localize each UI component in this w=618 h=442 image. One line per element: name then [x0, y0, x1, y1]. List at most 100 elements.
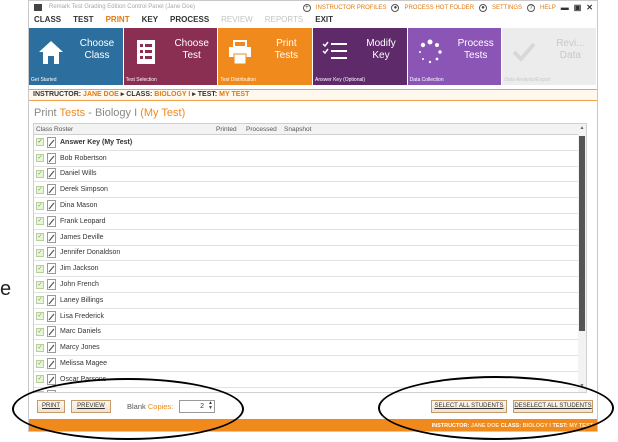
close-icon[interactable]: ✕	[586, 3, 593, 12]
header-class-roster[interactable]: Class Roster	[36, 126, 73, 133]
row-checkbox[interactable]: ✓	[36, 185, 44, 194]
student-name: Jim Jackson	[60, 265, 99, 273]
menu-test[interactable]: TEST	[73, 15, 93, 27]
choose-class-label: Choose Class	[79, 38, 115, 61]
table-row[interactable]: ✓ Bob Robertson	[34, 151, 579, 167]
class-roster-table: Class Roster Printed Processed Snapshot …	[33, 123, 587, 393]
page-title-middle: - Biology I	[88, 107, 138, 119]
choose-class-tile[interactable]: Choose Class Get Started	[29, 28, 124, 85]
table-row[interactable]: ✓ Frank Leopard	[34, 214, 579, 230]
process-hot-folder-link[interactable]: PROCESS HOT FOLDER	[404, 5, 474, 11]
annotation-oval-right	[378, 376, 614, 440]
title-actions: + INSTRUCTOR PROFILES ● PROCESS HOT FOLD…	[302, 3, 593, 12]
row-checkbox[interactable]: ✓	[36, 312, 44, 321]
row-checkbox[interactable]: ✓	[36, 138, 44, 147]
title-bar: Remark Test Grading Edition Control Pane…	[29, 1, 597, 15]
table-row[interactable]: ✓ Laney Billings	[34, 293, 579, 309]
table-row[interactable]: ✓ Derek Simpson	[34, 182, 579, 199]
row-checkbox[interactable]: ✓	[36, 217, 44, 226]
row-checkbox[interactable]: ✓	[36, 375, 44, 384]
header-printed[interactable]: Printed	[216, 126, 237, 133]
app-icon	[34, 4, 42, 11]
student-name: Answer Key (My Test)	[60, 138, 133, 146]
help-link[interactable]: HELP	[540, 5, 556, 11]
modify-key-tile[interactable]: Modify Key Answer Key (Optional)	[313, 28, 408, 85]
document-pencil-icon	[47, 358, 56, 370]
hot-folder-icon: ●	[391, 3, 400, 12]
crumb-class-label: CLASS:	[126, 91, 153, 98]
table-row[interactable]: ✓ Melissa Magee	[34, 356, 579, 372]
review-data-label: Revi... Data	[556, 38, 585, 61]
menu-class[interactable]: CLASS	[34, 15, 61, 27]
process-tests-tile[interactable]: Process Tests Data Collection	[407, 28, 503, 85]
student-name: James Deville	[60, 233, 104, 241]
table-row[interactable]: ✓ Dina Mason	[34, 198, 579, 214]
instructor-profiles-icon: +	[302, 3, 311, 12]
row-checkbox[interactable]: ✓	[36, 154, 44, 163]
student-name: Daniel Wills	[60, 170, 97, 178]
table-row[interactable]: ✓ Lisa Frederick	[34, 309, 579, 325]
student-name: Frank Leopard	[60, 217, 106, 225]
table-row[interactable]: ✓ Marcy Jones	[34, 340, 579, 357]
row-checkbox[interactable]: ✓	[36, 359, 44, 368]
roster-rows: ✓ Answer Key (My Test) ✓ Bob Robertson ✓ Dani…	[34, 135, 586, 392]
settings-link[interactable]: SETTINGS	[492, 5, 522, 11]
document-pencil-icon	[47, 184, 56, 196]
crumb-separator-icon: ▸	[120, 91, 125, 98]
scroll-up-icon[interactable]: ▲	[578, 125, 586, 133]
menu-key[interactable]: KEY	[142, 15, 158, 27]
vertical-scrollbar[interactable]: ▲ ▼	[578, 124, 586, 392]
menu-print[interactable]: PRINT	[106, 15, 130, 27]
page-title-word: Tests	[59, 107, 86, 119]
row-checkbox[interactable]: ✓	[36, 264, 44, 273]
maximize-icon[interactable]: ▣	[574, 3, 582, 12]
menu-reports[interactable]: REPORTS	[265, 15, 304, 27]
choose-test-tile[interactable]: Choose Test Test Selection	[123, 28, 219, 85]
checklist-icon	[322, 41, 348, 59]
row-checkbox[interactable]: ✓	[36, 248, 44, 257]
student-name: Laney Billings	[60, 296, 104, 304]
row-checkbox[interactable]: ✓	[36, 280, 44, 289]
menu-exit[interactable]: EXIT	[315, 15, 333, 27]
instructor-profiles-link[interactable]: INSTRUCTOR PROFILES	[316, 5, 387, 11]
side-letter: e	[0, 278, 12, 300]
row-checkbox[interactable]: ✓	[36, 201, 44, 210]
document-pencil-icon	[47, 294, 56, 306]
header-snapshot[interactable]: Snapshot	[284, 126, 311, 133]
choose-class-sub: Get Started	[31, 77, 57, 83]
row-checkbox[interactable]: ✓	[36, 327, 44, 336]
header-processed[interactable]: Processed	[246, 126, 277, 133]
scrollbar-thumb[interactable]	[579, 136, 585, 331]
menu-review[interactable]: REVIEW	[221, 15, 253, 27]
choose-test-label: Choose Test	[174, 38, 209, 61]
row-checkbox[interactable]: ✓	[36, 343, 44, 352]
table-row[interactable]: ✓ John French	[34, 277, 579, 293]
row-checkbox[interactable]: ✓	[36, 233, 44, 242]
student-name: Bob Robertson	[60, 154, 107, 162]
print-tests-label: Print Tests	[274, 38, 299, 61]
table-row[interactable]: ✓ Daniel Wills	[34, 167, 579, 183]
document-pencil-icon	[47, 342, 56, 354]
student-name: Jennifer Donaldson	[60, 249, 121, 257]
document-pencil-icon	[47, 152, 56, 164]
print-tests-tile[interactable]: Print Tests Test Distribution	[218, 28, 314, 85]
document-pencil-icon	[47, 215, 56, 227]
table-row[interactable]: ✓ Answer Key (My Test)	[34, 135, 579, 151]
row-checkbox[interactable]: ✓	[36, 169, 44, 178]
process-tests-label: Process Tests	[457, 38, 494, 61]
row-checkbox[interactable]: ✓	[36, 296, 44, 305]
spinner-icon	[418, 39, 442, 64]
menu-process[interactable]: PROCESS	[170, 15, 209, 27]
page-title: Print Tests - Biology I (My Test)	[34, 107, 185, 119]
table-row[interactable]: ✓ Jim Jackson	[34, 261, 579, 278]
table-row[interactable]: ✓ Marc Daniels	[34, 325, 579, 341]
crumb-instructor: JANE DOE	[83, 91, 119, 98]
minimize-icon[interactable]: ▬	[561, 3, 569, 12]
help-icon: ?	[527, 3, 536, 12]
table-row[interactable]: ✓ Jennifer Donaldson	[34, 246, 579, 262]
page-title-test: (My Test)	[140, 107, 186, 119]
table-row[interactable]: ✓ James Deville	[34, 230, 579, 246]
document-pencil-icon	[47, 310, 56, 322]
breadcrumb: INSTRUCTOR: JANE DOE ▸ CLASS: BIOLOGY I …	[29, 89, 597, 101]
document-pencil-icon	[47, 168, 56, 180]
